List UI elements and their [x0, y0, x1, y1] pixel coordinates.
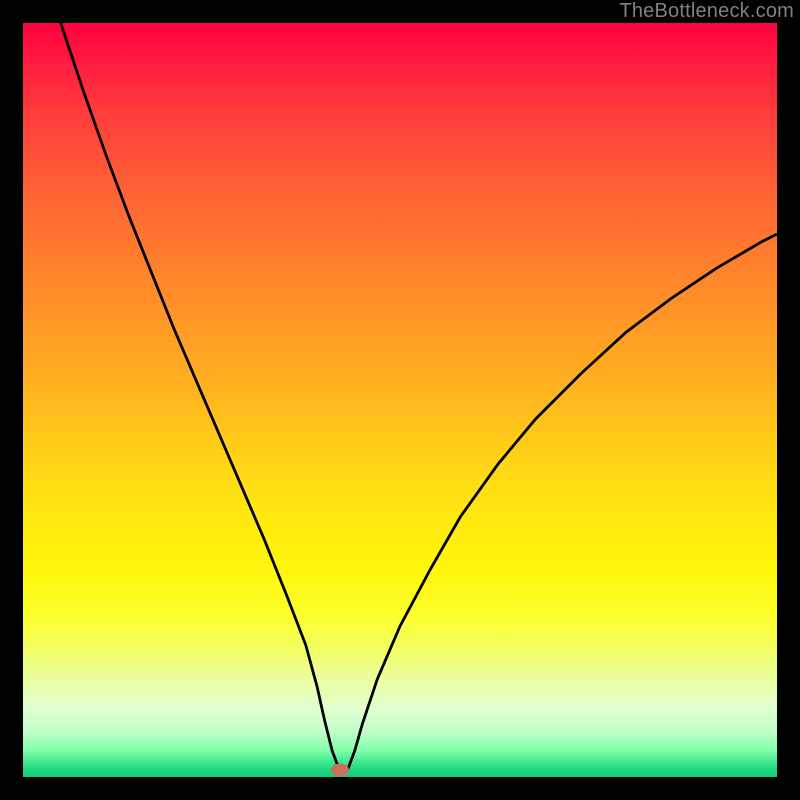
chart-frame: TheBottleneck.com — [0, 0, 800, 800]
bottleneck-curve — [61, 23, 777, 771]
attribution-text: TheBottleneck.com — [619, 0, 794, 23]
minimum-marker — [331, 764, 349, 777]
plot-area — [23, 23, 777, 777]
curve-svg — [23, 23, 777, 777]
